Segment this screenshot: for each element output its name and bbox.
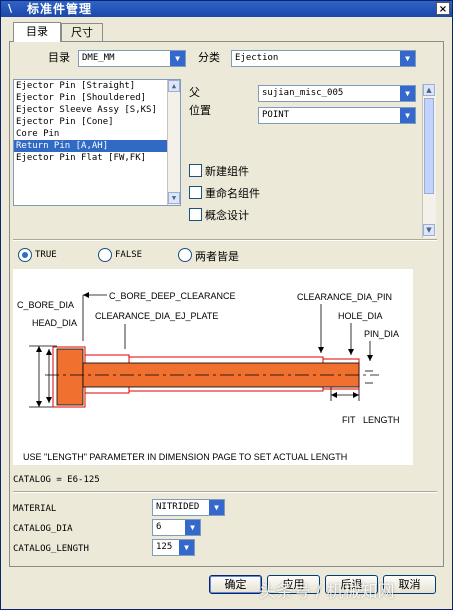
parent-select[interactable]: sujian_misc_005 ▼ xyxy=(258,85,416,102)
parts-list[interactable]: Ejector Pin [Straight] Ejector Pin [Shou… xyxy=(13,79,181,206)
hole-dia-label: HOLE_DIA xyxy=(338,311,383,321)
chevron-down-icon[interactable]: ▼ xyxy=(399,86,415,101)
tab-dimensions[interactable]: 尺寸 xyxy=(61,23,103,41)
divider xyxy=(13,239,437,241)
concept-design-checkbox[interactable] xyxy=(189,208,202,221)
arrow-down xyxy=(348,349,354,355)
position-value: POINT xyxy=(262,110,290,120)
material-value: NITRIDED xyxy=(156,502,200,512)
clearance-dia-ej-plate-label: CLEARANCE_DIA_EJ_PLATE xyxy=(95,311,218,321)
rename-component-checkbox[interactable] xyxy=(189,186,202,199)
concept-design-label: 概念设计 xyxy=(205,209,249,222)
chevron-down-icon[interactable]: ▼ xyxy=(184,520,200,535)
title-bar[interactable]: \ 标准件管理 × xyxy=(1,1,452,17)
ok-button[interactable]: 确定 xyxy=(209,575,262,594)
scroll-up-icon[interactable]: ▲ xyxy=(423,84,435,96)
chevron-down-icon[interactable]: ▼ xyxy=(169,51,185,66)
watermark-text: 头条号 / 机械知网 xyxy=(259,582,395,602)
true-radio[interactable] xyxy=(18,248,32,262)
arrow-down xyxy=(318,347,324,353)
arrow-right xyxy=(353,392,359,398)
new-component-checkbox[interactable] xyxy=(189,164,202,177)
arrow-down xyxy=(367,355,373,361)
chevron-down-icon[interactable]: ▼ xyxy=(208,500,224,515)
list-item[interactable]: Ejector Pin [Straight] xyxy=(14,80,180,92)
catalog-length-select[interactable]: 125 ▼ xyxy=(152,539,195,556)
parent-label: 父 xyxy=(189,86,200,99)
tab-catalog[interactable]: 目录 xyxy=(13,22,61,42)
arrow-down xyxy=(36,401,42,407)
category-select[interactable]: Ejection ▼ xyxy=(231,50,416,67)
both-radio-label: 两者皆是 xyxy=(195,250,239,263)
divider xyxy=(13,491,437,493)
chevron-down-icon[interactable]: ▼ xyxy=(399,51,415,66)
catalog-length-value: 125 xyxy=(156,542,173,552)
catalog-dia-label: CATALOG_DIA xyxy=(13,524,73,534)
fit-label: FIT xyxy=(342,415,356,425)
list-item[interactable]: Ejector Pin [Cone] xyxy=(14,116,180,128)
panel-scrollbar[interactable]: ▲ ▼ xyxy=(422,84,436,238)
both-radio[interactable] xyxy=(178,248,192,262)
catalog-select[interactable]: DME_MM ▼ xyxy=(78,50,186,67)
catalog-label: 目录 xyxy=(48,51,70,64)
clearance-dia-pin-label: CLEARANCE_DIA_PIN xyxy=(297,292,392,302)
scroll-down-icon[interactable]: ▼ xyxy=(423,224,435,236)
false-radio[interactable] xyxy=(98,248,112,262)
chevron-down-icon[interactable]: ▼ xyxy=(178,540,194,555)
arrow-up xyxy=(46,349,52,355)
material-label: MATERIAL xyxy=(13,504,57,514)
false-radio-label: FALSE xyxy=(115,250,143,260)
parent-value: sujian_misc_005 xyxy=(262,88,344,98)
scroll-up-icon[interactable]: ▲ xyxy=(168,80,180,92)
standard-part-manager-window: \ 标准件管理 × 目录 尺寸 目录 DME_MM ▼ 分类 Ejection … xyxy=(0,0,453,610)
parts-list-scrollbar[interactable]: ▲ ▼ xyxy=(167,80,180,205)
scroll-down-icon[interactable]: ▼ xyxy=(168,192,180,204)
return-pin-diagram: C_BORE_DIA C_BORE_DEEP_CLEARANCE CLEARAN… xyxy=(13,269,413,465)
true-radio-label: TRUE xyxy=(35,250,57,260)
c-bore-deep-clearance-label: C_BORE_DEEP_CLEARANCE xyxy=(109,291,236,301)
catalog-dia-select[interactable]: 6 ▼ xyxy=(152,519,201,536)
new-component-label: 新建组件 xyxy=(205,165,249,178)
list-item-selected[interactable]: Return Pin [A,AH] xyxy=(14,140,180,152)
pin-head xyxy=(56,348,84,406)
category-value: Ejection xyxy=(235,53,279,63)
window-menu-icon[interactable]: \ xyxy=(3,2,17,16)
chevron-down-icon[interactable]: ▼ xyxy=(399,108,415,123)
arrow-left xyxy=(331,392,337,398)
catalog-dia-value: 6 xyxy=(156,522,162,532)
catalog-code: CATALOG = E6-125 xyxy=(13,475,100,485)
arrow-down xyxy=(46,397,52,403)
list-item[interactable]: Ejector Pin Flat [FW,FK] xyxy=(14,152,180,164)
c-bore-dia-label: C_BORE_DIA xyxy=(17,300,74,310)
position-label: 位置 xyxy=(189,104,211,117)
category-label: 分类 xyxy=(198,51,220,64)
position-select[interactable]: POINT ▼ xyxy=(258,107,416,124)
length-note: USE "LENGTH" PARAMETER IN DIMENSION PAGE… xyxy=(23,452,347,462)
list-item[interactable]: Ejector Sleeve Assy [S,KS] xyxy=(14,104,180,116)
list-item[interactable]: Ejector Pin [Shouldered] xyxy=(14,92,180,104)
catalog-value: DME_MM xyxy=(82,53,115,63)
head-dia-label: HEAD_DIA xyxy=(32,318,77,328)
material-select[interactable]: NITRIDED ▼ xyxy=(152,499,225,516)
arrow-up xyxy=(36,346,42,352)
pin-dia-label: PIN_DIA xyxy=(364,329,399,339)
close-icon[interactable]: × xyxy=(436,2,450,15)
length-label: LENGTH xyxy=(363,415,400,425)
rename-component-label: 重命名组件 xyxy=(205,187,260,200)
pin-dimension-drawing: C_BORE_DIA C_BORE_DEEP_CLEARANCE CLEARAN… xyxy=(17,291,400,462)
radio-dot xyxy=(22,252,28,258)
arrowheads xyxy=(36,292,373,407)
arrow-left xyxy=(83,292,89,298)
window-title: 标准件管理 xyxy=(27,2,93,16)
list-item[interactable]: Core Pin xyxy=(14,128,180,140)
scroll-thumb[interactable] xyxy=(424,98,434,194)
catalog-length-label: CATALOG_LENGTH xyxy=(13,544,89,554)
